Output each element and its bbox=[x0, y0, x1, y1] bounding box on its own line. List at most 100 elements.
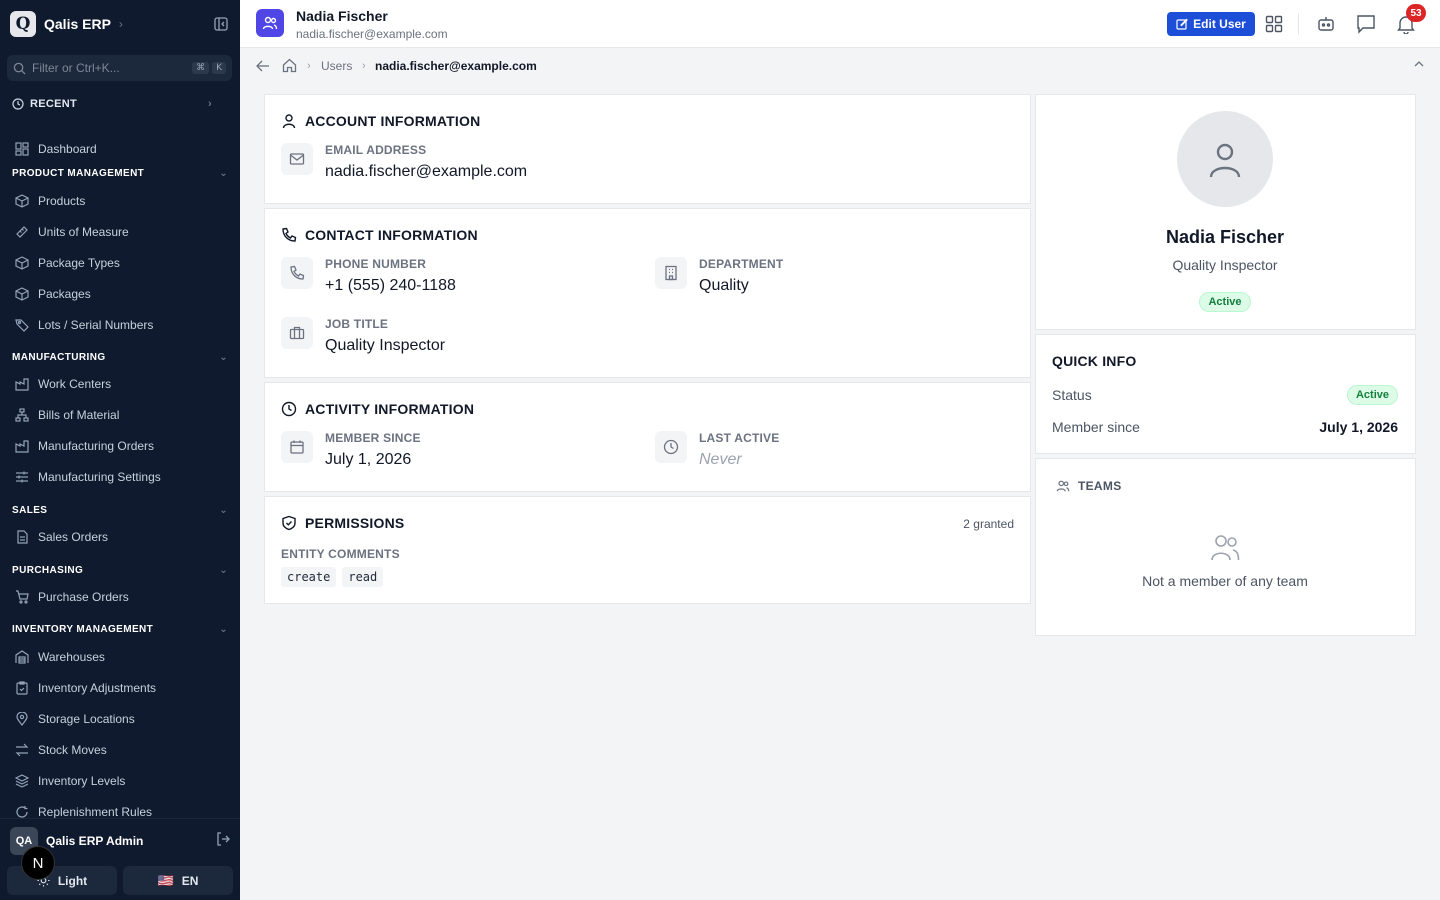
card-title-label: ACTIVITY INFORMATION bbox=[305, 401, 475, 417]
sidebar-collapse-icon[interactable] bbox=[212, 15, 230, 33]
users-empty-icon bbox=[1209, 531, 1241, 568]
sidebar-item-units-of-measure[interactable]: Units of Measure bbox=[14, 223, 129, 241]
sidebar-item-label: Package Types bbox=[38, 256, 120, 270]
sidebar-item-inventory-levels[interactable]: Inventory Levels bbox=[14, 772, 125, 790]
sidebar-item-label: Replenishment Rules bbox=[38, 805, 153, 819]
sidebar-item-bills-of-material[interactable]: Bills of Material bbox=[14, 406, 119, 424]
field-label: JOB TITLE bbox=[325, 317, 389, 331]
sidebar-item-work-centers[interactable]: Work Centers bbox=[14, 375, 111, 393]
back-arrow-icon[interactable] bbox=[256, 59, 270, 76]
section-product-management[interactable]: PRODUCT MANAGEMENT ⌄ bbox=[12, 166, 228, 180]
search-shortcut: ⌘ K bbox=[192, 62, 226, 74]
job-title-field: JOB TITLE Quality Inspector bbox=[281, 317, 445, 355]
status-badge: Active bbox=[1346, 385, 1398, 405]
field-value: nadia.fischer@example.com bbox=[325, 163, 528, 180]
recent-toggle[interactable]: RECENT › bbox=[12, 98, 212, 110]
sidebar-search-input[interactable]: Filter or Ctrl+K... ⌘ K bbox=[7, 55, 232, 81]
edit-user-button[interactable]: Edit User bbox=[1167, 12, 1255, 36]
sidebar-item-warehouses[interactable]: Warehouses bbox=[14, 648, 105, 666]
box-icon bbox=[14, 255, 30, 271]
field-label: EMAIL ADDRESS bbox=[325, 143, 427, 157]
sidebar-item-label: Inventory Adjustments bbox=[38, 681, 157, 695]
sidebar-item-label: Warehouses bbox=[38, 650, 105, 664]
teams-empty-message: Not a member of any team bbox=[1142, 573, 1308, 589]
section-label: PRODUCT MANAGEMENT bbox=[12, 167, 145, 179]
sidebar-item-label: Units of Measure bbox=[38, 225, 129, 239]
card-title: PERMISSIONS bbox=[281, 515, 404, 531]
sidebar-item-label: Manufacturing Settings bbox=[38, 470, 161, 484]
quick-info-member-row: Member since July 1, 2026 bbox=[1052, 419, 1398, 435]
card-title: ACCOUNT INFORMATION bbox=[281, 113, 480, 129]
section-label: MANUFACTURING bbox=[12, 351, 106, 363]
section-sales[interactable]: SALES ⌄ bbox=[12, 503, 228, 517]
page-subtitle: nadia.fischer@example.com bbox=[296, 27, 448, 41]
apps-grid-icon[interactable] bbox=[1263, 13, 1285, 35]
logout-icon[interactable] bbox=[216, 831, 230, 851]
app-logo[interactable]: Q bbox=[10, 11, 36, 37]
field-label: PHONE NUMBER bbox=[325, 257, 427, 271]
chevron-up-icon[interactable] bbox=[1413, 58, 1425, 73]
permissions-card: PERMISSIONS 2 granted ENTITY COMMENTS cr… bbox=[264, 496, 1031, 604]
theme-label: Light bbox=[57, 873, 88, 888]
briefcase-icon bbox=[281, 317, 313, 349]
clock-icon bbox=[655, 431, 687, 463]
sidebar-item-products[interactable]: Products bbox=[14, 192, 85, 210]
card-title-label: CONTACT INFORMATION bbox=[305, 227, 478, 243]
section-purchasing[interactable]: PURCHASING ⌄ bbox=[12, 563, 228, 577]
breadcrumb-users[interactable]: Users bbox=[321, 59, 352, 73]
map-pin-icon bbox=[14, 711, 30, 727]
sidebar-item-lots-serial-numbers[interactable]: Lots / Serial Numbers bbox=[14, 316, 153, 334]
phone-field: PHONE NUMBER +1 (555) 240-1188 bbox=[281, 257, 456, 295]
sidebar-header: Q Qalis ERP › bbox=[0, 0, 240, 48]
search-icon bbox=[13, 62, 26, 75]
sidebar-item-stock-moves[interactable]: Stock Moves bbox=[14, 741, 107, 759]
profile-name: Nadia Fischer bbox=[1165, 227, 1285, 247]
message-icon[interactable] bbox=[1355, 13, 1377, 35]
sidebar-item-purchase-orders[interactable]: Purchase Orders bbox=[14, 588, 129, 606]
arrows-exchange-icon bbox=[14, 742, 30, 758]
sidebar-item-label: Dashboard bbox=[38, 142, 97, 156]
chevron-down-icon: ⌄ bbox=[219, 167, 228, 179]
permissions-count: 2 granted bbox=[963, 517, 1014, 531]
field-value: July 1, 2026 bbox=[325, 451, 412, 468]
field-value: Quality Inspector bbox=[325, 337, 446, 354]
row-label: Member since bbox=[1052, 419, 1140, 435]
bot-icon[interactable] bbox=[1315, 13, 1337, 35]
sidebar-item-inventory-adjustments[interactable]: Inventory Adjustments bbox=[14, 679, 156, 697]
sidebar-item-packages[interactable]: Packages bbox=[14, 285, 91, 303]
sidebar-item-label: Work Centers bbox=[38, 377, 112, 391]
sidebar-item-storage-locations[interactable]: Storage Locations bbox=[14, 710, 135, 728]
chevron-right-icon[interactable]: › bbox=[119, 17, 123, 31]
phone-icon bbox=[282, 227, 297, 242]
row-label: Status bbox=[1052, 387, 1092, 403]
chevron-down-icon: ⌄ bbox=[219, 504, 228, 516]
profile-job-title: Quality Inspector bbox=[1172, 257, 1278, 273]
breadcrumb-current: nadia.fischer@example.com bbox=[375, 59, 537, 73]
sidebar-item-manufacturing-settings[interactable]: Manufacturing Settings bbox=[14, 468, 161, 486]
sidebar-item-dashboard[interactable]: Dashboard bbox=[14, 140, 97, 158]
users-icon bbox=[1056, 480, 1070, 492]
dashboard-icon bbox=[14, 141, 30, 157]
box-icon bbox=[14, 286, 30, 302]
field-label: DEPARTMENT bbox=[699, 257, 784, 271]
top-bar: Nadia Fischer nadia.fischer@example.com … bbox=[240, 0, 1440, 48]
divider bbox=[1298, 13, 1299, 35]
quick-info-card: QUICK INFO Status Active Member since Ju… bbox=[1035, 334, 1416, 454]
sidebar-item-label: Inventory Levels bbox=[38, 774, 126, 788]
language-button[interactable]: 🇺🇸 EN bbox=[123, 866, 233, 895]
section-label: PURCHASING bbox=[12, 564, 84, 576]
home-icon[interactable] bbox=[282, 58, 297, 76]
clipboard-icon bbox=[14, 680, 30, 696]
field-label: MEMBER SINCE bbox=[325, 431, 421, 445]
sidebar-item-package-types[interactable]: Package Types bbox=[14, 254, 120, 272]
sidebar-item-sales-orders[interactable]: Sales Orders bbox=[14, 528, 108, 546]
section-label: SALES bbox=[12, 504, 48, 516]
breadcrumb: › Users › nadia.fischer@example.com bbox=[240, 48, 1440, 86]
app-name[interactable]: Qalis ERP bbox=[44, 16, 111, 32]
section-manufacturing[interactable]: MANUFACTURING ⌄ bbox=[12, 350, 228, 364]
language-label: EN bbox=[181, 873, 199, 888]
sidebar-item-manufacturing-orders[interactable]: Manufacturing Orders bbox=[14, 437, 154, 455]
last-active-field: LAST ACTIVE Never bbox=[655, 431, 779, 469]
section-inventory-management[interactable]: INVENTORY MANAGEMENT ⌄ bbox=[12, 622, 228, 636]
next-dev-badge[interactable]: N bbox=[21, 846, 55, 880]
